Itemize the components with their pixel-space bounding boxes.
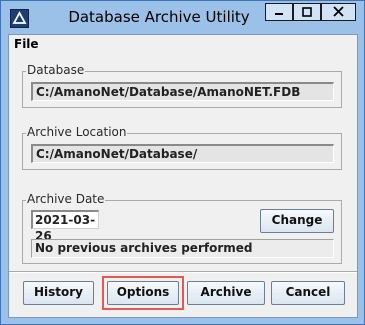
database-path-field: C:/AmanoNet/Database/AmanoNET.FDB: [31, 82, 334, 101]
maximize-icon: [302, 7, 312, 17]
archive-location-group-label: Archive Location: [26, 125, 128, 139]
change-date-button[interactable]: Change: [260, 209, 334, 233]
archive-date-field[interactable]: 2021-03-26: [31, 210, 99, 243]
archive-date-group-label: Archive Date: [26, 192, 106, 206]
app-window: Database Archive Utility File Database C…: [0, 0, 365, 325]
archive-location-path-field: C:/AmanoNet/Database/: [31, 144, 334, 163]
title-bar[interactable]: Database Archive Utility: [1, 1, 364, 34]
minimize-icon: [275, 13, 283, 15]
cancel-button[interactable]: Cancel: [271, 281, 345, 305]
close-button[interactable]: [321, 3, 356, 21]
button-separator: [9, 271, 357, 273]
menu-file[interactable]: File: [14, 37, 39, 51]
minimize-button[interactable]: [265, 3, 293, 21]
close-icon: [333, 6, 344, 17]
history-button[interactable]: History: [23, 281, 94, 305]
archive-status-text: No previous archives performed: [31, 239, 334, 258]
maximize-button[interactable]: [293, 3, 321, 21]
archive-date-group: Archive Date 2021-03-26 Change No previo…: [22, 192, 342, 264]
menu-bar: File: [9, 35, 357, 55]
archive-location-group: Archive Location C:/AmanoNet/Database/: [22, 125, 342, 170]
options-button[interactable]: Options: [107, 281, 179, 305]
database-group: Database C:/AmanoNet/Database/AmanoNET.F…: [22, 63, 342, 108]
database-group-label: Database: [26, 63, 86, 77]
archive-button[interactable]: Archive: [187, 281, 265, 305]
client-area: File Database C:/AmanoNet/Database/Amano…: [8, 34, 358, 318]
